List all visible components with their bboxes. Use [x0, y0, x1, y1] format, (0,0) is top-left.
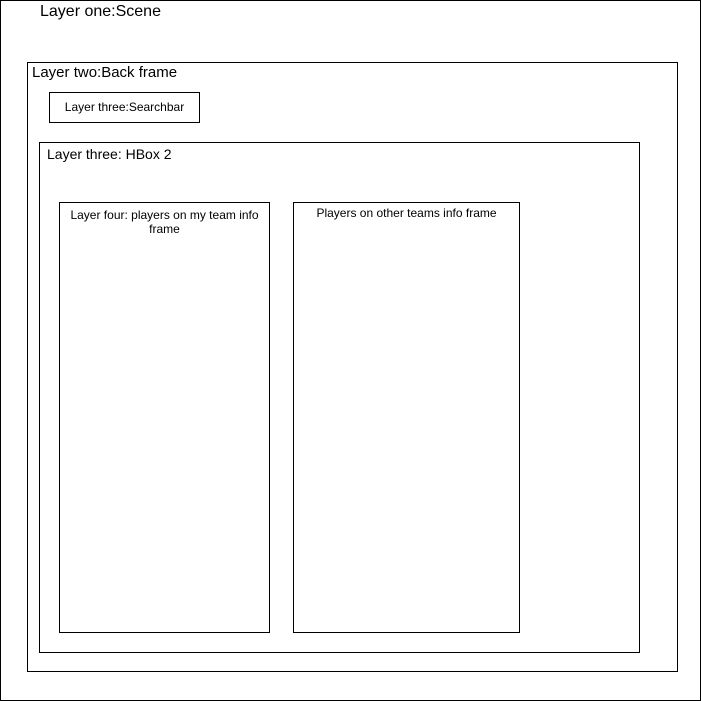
searchbar-layer-label: Layer three:Searchbar	[64, 99, 185, 114]
back-frame-layer-box: Layer two:Back frame Layer three:Searchb…	[27, 62, 678, 672]
my-team-info-frame-label: Layer four: players on my team info fram…	[70, 208, 259, 236]
hbox2-layer-box: Layer three: HBox 2 Layer four: players …	[39, 142, 640, 653]
scene-layer-label: Layer one:Scene	[40, 3, 161, 20]
other-teams-info-frame-box: Players on other teams info frame	[293, 202, 520, 633]
other-teams-info-frame-label: Players on other teams info frame	[316, 206, 497, 220]
hbox2-layer-label: Layer three: HBox 2	[47, 146, 172, 162]
scene-layer-box: Layer one:Scene Layer two:Back frame Lay…	[0, 0, 701, 701]
my-team-info-frame-box: Layer four: players on my team info fram…	[59, 202, 270, 633]
back-frame-layer-label: Layer two:Back frame	[32, 64, 178, 81]
searchbar-layer-box: Layer three:Searchbar	[49, 92, 200, 123]
